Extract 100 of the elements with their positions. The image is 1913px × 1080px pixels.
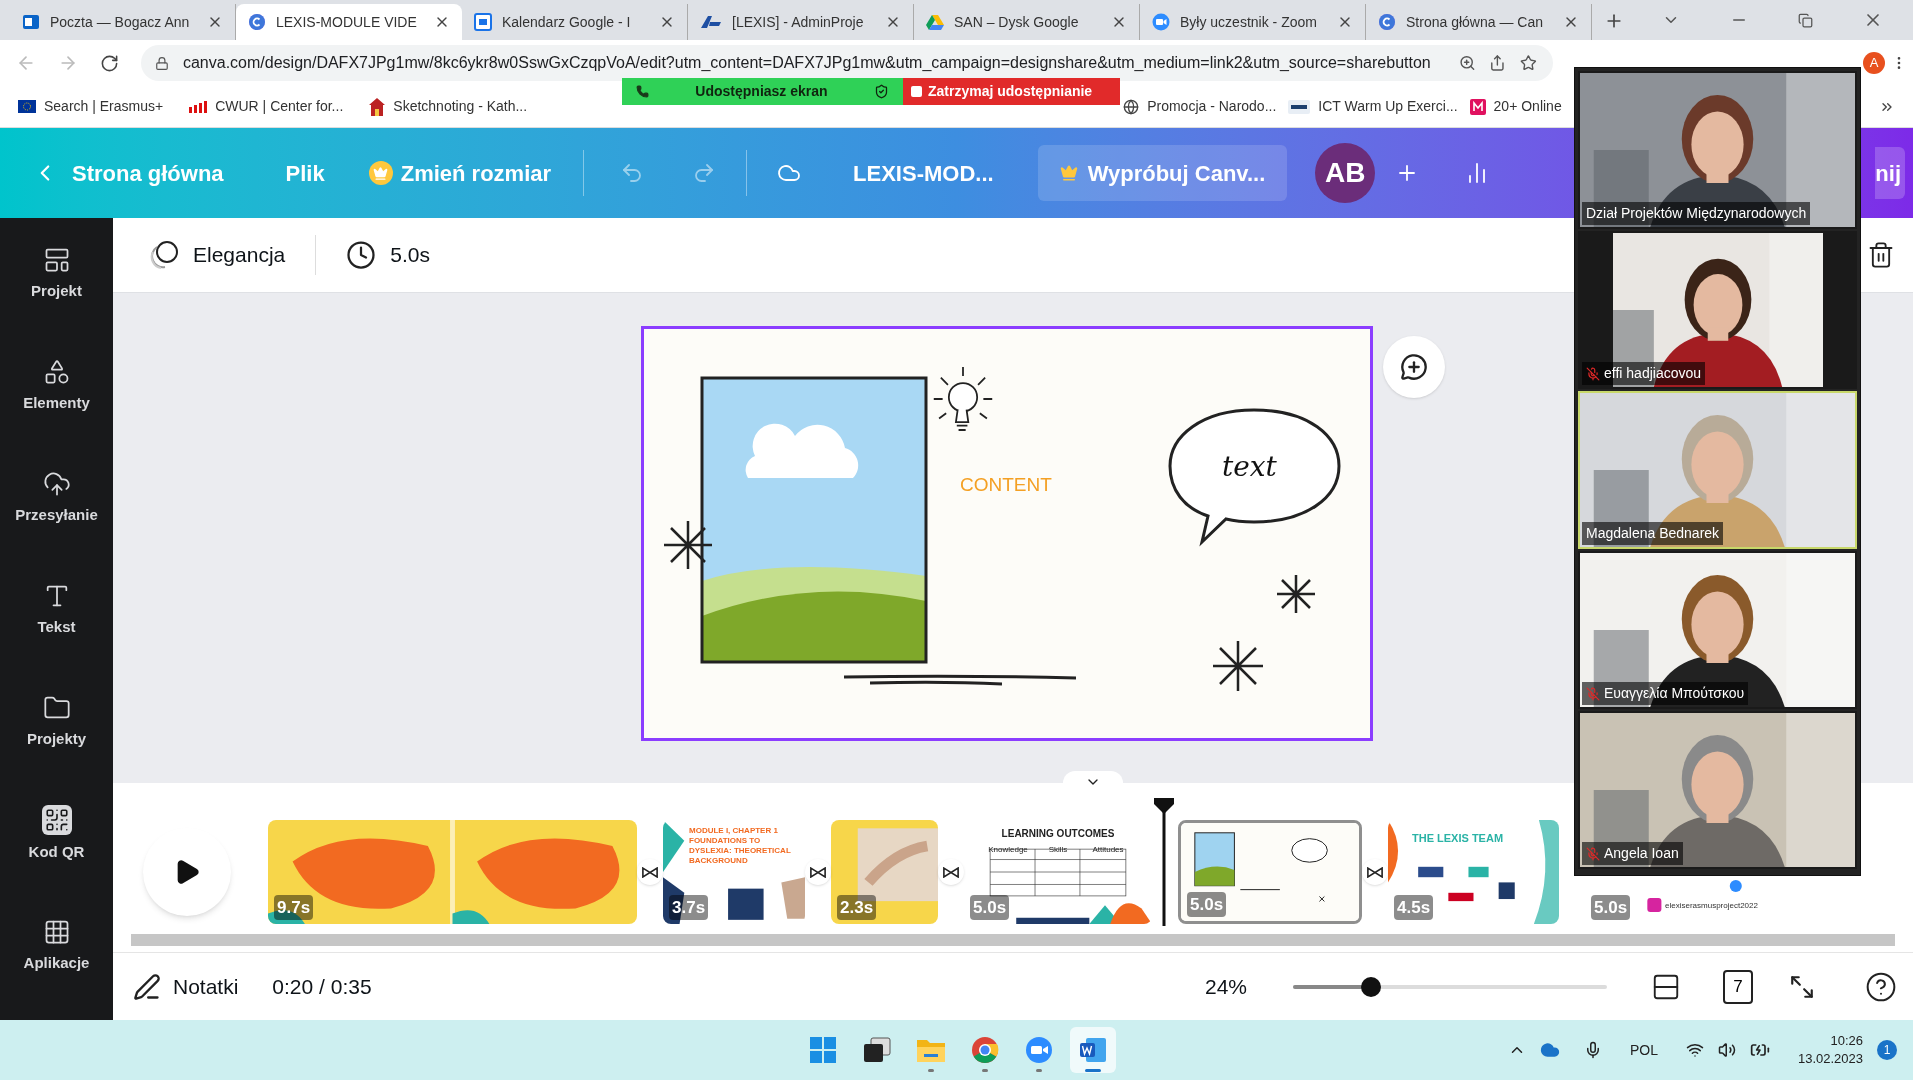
address-field[interactable]: canva.com/design/DAFX7JPg1mw/8kc6ykr8w0SswGxCzqpVoA/edit?utm_content=DAFX7JPg1mw&utm_campaign=designshare&utm_medium=link2&utm_source=sharebutton [141, 45, 1553, 81]
add-comment-button[interactable] [1383, 336, 1445, 398]
delete-icon[interactable] [1867, 241, 1895, 269]
duration-button[interactable]: 5.0s [346, 239, 430, 271]
tes-logo-icon [1288, 99, 1311, 114]
page-thumbnail[interactable]: 9.7s [268, 820, 637, 924]
zoom-slider-thumb[interactable] [1360, 976, 1381, 997]
tab-title: Kalendarz Google - I [502, 12, 632, 32]
mail-icon [22, 13, 40, 31]
page-thumbnail[interactable]: 2.3s [831, 820, 938, 924]
participant-name-label: Ευαγγελία Μπούτσκου [1582, 682, 1749, 705]
zoom-in-icon[interactable] [1458, 54, 1476, 72]
sidebar-item[interactable]: Elementy [0, 330, 113, 442]
notes-button[interactable]: Notatki [133, 970, 239, 1003]
video-tile[interactable]: Angela Ioan [1578, 711, 1857, 869]
duration-label: 2.3s [837, 894, 877, 920]
playhead[interactable] [1154, 798, 1174, 926]
sidebar-item[interactable]: Projekt [0, 218, 113, 330]
sidebar-item[interactable]: Przesyłanie [0, 442, 113, 554]
transition-button[interactable] [805, 859, 831, 885]
volume-icon[interactable] [1717, 1041, 1736, 1059]
profile-avatar[interactable]: A [1863, 52, 1885, 74]
transition-button[interactable] [1362, 859, 1388, 885]
sidebar-item[interactable]: Tekst [0, 554, 113, 666]
url-text: canva.com/design/DAFX7JPg1mw/8kc6ykr8w0SswGxCzqpVoA/edit?utm_content=DAFX7JPg1mw&utm_campaign=designshare&utm_medium=link2&utm_source=sharebutton [182, 53, 1431, 73]
restore-icon[interactable] [1798, 12, 1813, 28]
asterisk-doodle-icon [1211, 639, 1265, 693]
zoom-slider-track[interactable] [1293, 976, 1607, 997]
participant-name-label: Magdalena Bednarek [1582, 522, 1724, 545]
calendar-icon [474, 13, 492, 31]
share-button[interactable]: nij [1875, 147, 1905, 199]
content-heading: CONTENT [960, 473, 1052, 497]
task-view-icon [863, 1037, 891, 1063]
muted-microphone-icon [1586, 366, 1600, 381]
playback-time: 0:20 / 0:35 [272, 973, 372, 1000]
transition-button[interactable] [637, 859, 663, 885]
browser-tab[interactable]: LEXIS-MODULE VIDE [236, 4, 462, 40]
clock-icon [346, 240, 377, 270]
bowtie-icon [810, 866, 826, 878]
stop-icon [911, 86, 922, 97]
language-indicator[interactable]: POL [1629, 1039, 1658, 1061]
slide-subtitle: FOUNDATIONS TO DYSLEXIA: THEORETICAL BACKGROUND [689, 836, 792, 866]
page-thumbnail[interactable]: 5.0s elexiserasmusproject2022 [1585, 876, 1776, 924]
taskbar-app-button[interactable] [1070, 1027, 1116, 1073]
tab-title: Były uczestnik - Zoom [1180, 12, 1318, 32]
horizontal-scrollbar[interactable] [131, 934, 1895, 946]
running-indicator [1085, 1069, 1101, 1072]
bookmark-link[interactable]: Sketchnoting - Kath... [369, 96, 528, 117]
video-tile[interactable]: Dział Projektów Międzynarodowych [1578, 71, 1857, 229]
onedrive-icon[interactable] [1539, 1040, 1560, 1060]
video-tile[interactable]: Ευαγγελία Μπούτσκου [1578, 551, 1857, 709]
notes-icon [133, 972, 161, 1001]
house-icon [369, 97, 386, 116]
clock-widget[interactable]: 10:26 13.02.2023 [1797, 1032, 1863, 1068]
reload-icon[interactable] [100, 53, 119, 73]
share-icon[interactable] [1489, 54, 1507, 72]
shield-icon [874, 84, 889, 99]
sidebar-item[interactable]: Projekty [0, 666, 113, 778]
bookmark-link[interactable]: Search | Erasmus+ [18, 96, 164, 117]
sidebar-item[interactable]: Aplikacje [0, 890, 113, 1002]
duration-label: 5.0s [970, 894, 1010, 920]
bookmark-link[interactable]: CWUR | Center for... [189, 96, 344, 117]
folder-icon [916, 1037, 946, 1063]
bubble-text: text [1222, 449, 1277, 485]
participant-name-label: effi hadjiacovou [1582, 362, 1706, 385]
tab-title: SAN – Dysk Google [954, 12, 1080, 32]
add-comment-icon [1400, 353, 1428, 381]
help-icon[interactable] [1865, 970, 1897, 1003]
slide-title: THE LEXIS TEAM [1412, 831, 1504, 846]
page-thumbnail[interactable]: LEARNING OUTCOMES Knowledge Skills Attitudes 5.0s [964, 820, 1152, 924]
participant-name-label: Dział Projektów Międzynarodowych [1582, 202, 1811, 225]
zoom-percentage[interactable]: 24% [1204, 970, 1247, 1003]
flag-icon [18, 100, 36, 113]
word-icon [1079, 1036, 1107, 1064]
video-tile[interactable]: effi hadjiacovou [1578, 231, 1857, 389]
notification-badge[interactable]: 1 [1877, 1040, 1897, 1060]
table-header: Knowledge [987, 844, 1029, 856]
fullscreen-icon[interactable] [1789, 973, 1815, 1000]
running-indicator [982, 1069, 988, 1072]
sidebar-item[interactable]: Kod QR [0, 778, 113, 890]
tab-title: [LEXIS] - AdminProje [732, 12, 865, 32]
bookmark-link[interactable]: ICT Warm Up Exerci... [1288, 96, 1458, 117]
bowtie-icon [1367, 866, 1383, 878]
bookmark-link[interactable]: Promocja - Narodo... [1123, 96, 1277, 117]
lock-icon [155, 55, 169, 71]
zoom-app-icon [1025, 1036, 1053, 1064]
user-avatar[interactable]: AB [1315, 143, 1376, 203]
stop-sharing-button[interactable]: Zatrzymaj udostępnianie [903, 78, 1120, 105]
video-tile[interactable]: Magdalena Bednarek [1578, 391, 1857, 549]
qr-code-icon [41, 804, 72, 835]
admin-logo-icon [700, 15, 722, 29]
animation-button[interactable]: Elegancja [149, 239, 286, 271]
wifi-icon[interactable] [1685, 1041, 1704, 1059]
transition-button[interactable] [938, 859, 964, 885]
table-header: Attitudes [1091, 844, 1125, 856]
page-count-button[interactable]: 7 [1723, 969, 1753, 1004]
bookmark-link[interactable]: 20+ Online [1469, 96, 1562, 117]
slide-canvas[interactable]: CONTENT text [641, 326, 1373, 741]
slide-caption: elexiserasmusproject2022 [1665, 900, 1758, 912]
bookmark-star-icon[interactable] [1520, 54, 1537, 72]
